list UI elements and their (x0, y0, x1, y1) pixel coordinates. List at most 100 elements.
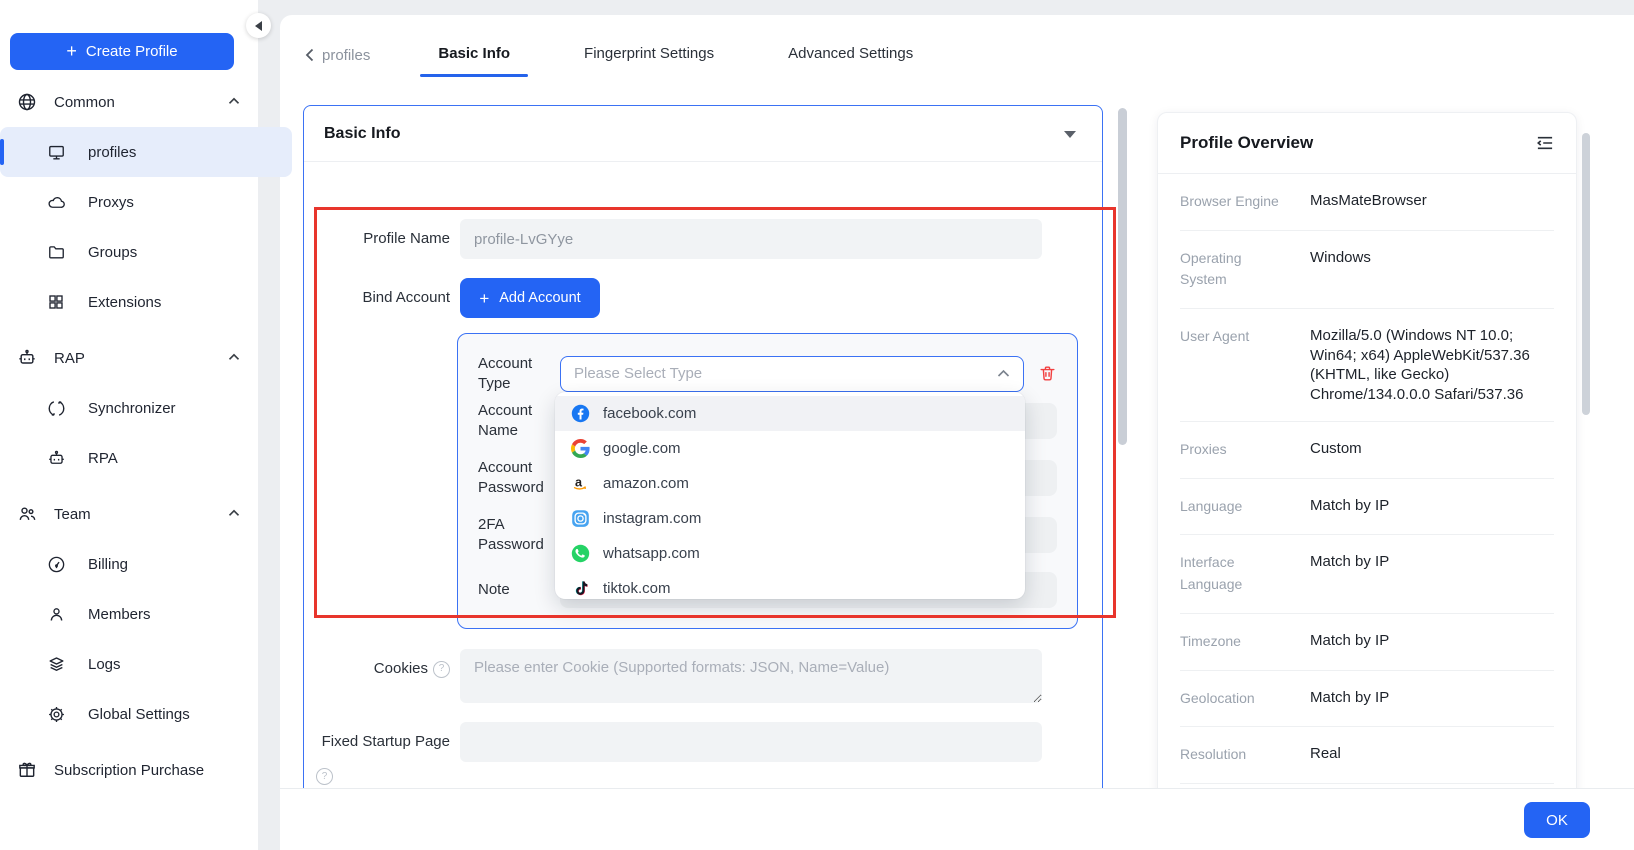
collapse-caret-icon[interactable] (1064, 131, 1076, 138)
dropdown-option-tiktok[interactable]: tiktok.com (555, 571, 1025, 599)
sidebar-item-rpa[interactable]: RPA (0, 433, 258, 483)
sidebar-item-label: Global Settings (88, 706, 190, 723)
chevron-up-icon (228, 353, 240, 361)
sidebar-item-rap[interactable]: RAP (0, 333, 258, 383)
sidebar-item-proxys[interactable]: Proxys (0, 177, 258, 227)
gear-icon (46, 705, 66, 724)
overview-row: Resolution Real (1180, 727, 1554, 784)
dropdown-option-google[interactable]: google.com (555, 431, 1025, 466)
overview-label: Language (1180, 496, 1296, 518)
globe-icon (16, 92, 38, 112)
tiktok-icon (571, 579, 590, 598)
grid-icon (46, 293, 66, 311)
dropdown-option-instagram[interactable]: instagram.com (555, 501, 1025, 536)
form-scrollbar-thumb[interactable] (1118, 108, 1127, 445)
overview-row: Proxies Custom (1180, 422, 1554, 479)
overview-row: Browser Engine MasMateBrowser (1180, 174, 1554, 231)
sidebar-item-label: Proxys (88, 194, 134, 211)
sidebar-item-label: RPA (88, 450, 118, 467)
profile-name-row: Profile Name (310, 219, 1102, 259)
svg-text:a: a (575, 475, 583, 489)
breadcrumb-back-link[interactable]: profiles (305, 47, 370, 64)
profile-name-label: Profile Name (310, 219, 450, 259)
overview-row: Geolocation Match by IP (1180, 671, 1554, 728)
whatsapp-icon (571, 544, 590, 563)
overview-label: Proxies (1180, 439, 1296, 461)
sidebar: + Create Profile Common profiles (0, 0, 258, 850)
tab-basic-info[interactable]: Basic Info (432, 37, 516, 74)
account-type-placeholder: Please Select Type (574, 365, 702, 382)
sidebar-item-logs[interactable]: Logs (0, 639, 258, 689)
instagram-icon (571, 509, 590, 528)
plus-icon: + (479, 290, 489, 307)
sidebar-item-billing[interactable]: Billing (0, 539, 258, 589)
sidebar-item-global-settings[interactable]: Global Settings (0, 689, 258, 739)
help-icon[interactable]: ? (433, 661, 450, 678)
trash-icon (1038, 364, 1057, 383)
chevron-up-icon (228, 97, 240, 105)
overview-value: Match by IP (1310, 496, 1554, 518)
gauge-icon (46, 555, 66, 574)
app-window: + Create Profile Common profiles (0, 0, 1634, 850)
add-account-button[interactable]: + Add Account (460, 278, 600, 318)
sidebar-item-members[interactable]: Members (0, 589, 258, 639)
profile-overview-rows: Browser Engine MasMateBrowser Operating … (1158, 174, 1576, 841)
tab-fingerprint-settings[interactable]: Fingerprint Settings (578, 37, 720, 74)
account-card: Account Type Please Select Type Account … (457, 333, 1078, 629)
sidebar-item-synchronizer[interactable]: Synchronizer (0, 383, 258, 433)
profile-name-input[interactable] (460, 219, 1042, 259)
overview-row: Language Match by IP (1180, 479, 1554, 536)
dropdown-option-whatsapp[interactable]: whatsapp.com (555, 536, 1025, 571)
bind-account-label: Bind Account (310, 278, 450, 318)
profile-overview-header: Profile Overview (1158, 113, 1576, 174)
sidebar-item-label: profiles (88, 144, 136, 161)
sidebar-item-groups[interactable]: Groups (0, 227, 258, 277)
overview-value: MasMateBrowser (1310, 191, 1554, 213)
robot-icon (16, 348, 38, 368)
bind-account-row: Bind Account + Add Account (310, 278, 1102, 318)
overview-row: User Agent Mozilla/5.0 (Windows NT 10.0;… (1180, 309, 1554, 422)
dropdown-option-label: whatsapp.com (603, 545, 700, 562)
sidebar-item-profiles[interactable]: profiles (0, 127, 292, 177)
sync-icon (46, 399, 66, 418)
page-scrollbar-thumb[interactable] (1582, 133, 1590, 415)
cloud-icon (46, 193, 66, 212)
create-profile-label: Create Profile (86, 43, 178, 60)
overview-label: Resolution (1180, 744, 1296, 766)
cookies-textarea[interactable] (460, 649, 1042, 703)
overview-value: Windows (1310, 248, 1554, 291)
main-content: profiles Basic Info Fingerprint Settings… (280, 15, 1634, 850)
account-type-select[interactable]: Please Select Type (560, 356, 1024, 392)
help-icon[interactable]: ? (316, 768, 333, 785)
sidebar-item-common[interactable]: Common (0, 77, 258, 127)
team-icon (16, 504, 38, 524)
sidebar-item-label: Groups (88, 244, 137, 261)
plus-icon: + (66, 42, 77, 60)
collapse-panel-button[interactable] (1536, 135, 1554, 151)
sidebar-item-team[interactable]: Team (0, 489, 258, 539)
folder-icon (46, 243, 66, 262)
sidebar-item-subscription-purchase[interactable]: Subscription Purchase (0, 745, 258, 795)
account-type-row: Account Type Please Select Type (478, 354, 1057, 393)
section-title: Basic Info (324, 125, 400, 143)
dropdown-option-facebook[interactable]: facebook.com (555, 396, 1025, 431)
create-profile-button[interactable]: + Create Profile (10, 33, 234, 70)
sidebar-collapse-button[interactable] (246, 13, 271, 38)
basic-info-form: Profile Name Bind Account + Add Account … (304, 162, 1102, 785)
facebook-icon (571, 404, 590, 423)
tab-advanced-settings[interactable]: Advanced Settings (782, 37, 919, 74)
overview-label: Operating System (1180, 248, 1296, 291)
sidebar-item-label: Subscription Purchase (54, 762, 204, 779)
breadcrumb-label: profiles (322, 47, 370, 64)
fixed-startup-page-label-text: Fixed Startup Page (310, 732, 450, 752)
overview-value: Mozilla/5.0 (Windows NT 10.0; Win64; x64… (1310, 326, 1554, 404)
gift-icon (16, 760, 38, 780)
sidebar-item-label: Extensions (88, 294, 161, 311)
ok-button[interactable]: OK (1524, 802, 1590, 838)
overview-label: Timezone (1180, 631, 1296, 653)
fixed-startup-page-input[interactable] (460, 722, 1042, 762)
delete-account-button[interactable] (1038, 364, 1057, 383)
account-password-label: Account Password (478, 458, 554, 497)
dropdown-option-amazon[interactable]: a amazon.com (555, 466, 1025, 501)
sidebar-item-extensions[interactable]: Extensions (0, 277, 258, 327)
